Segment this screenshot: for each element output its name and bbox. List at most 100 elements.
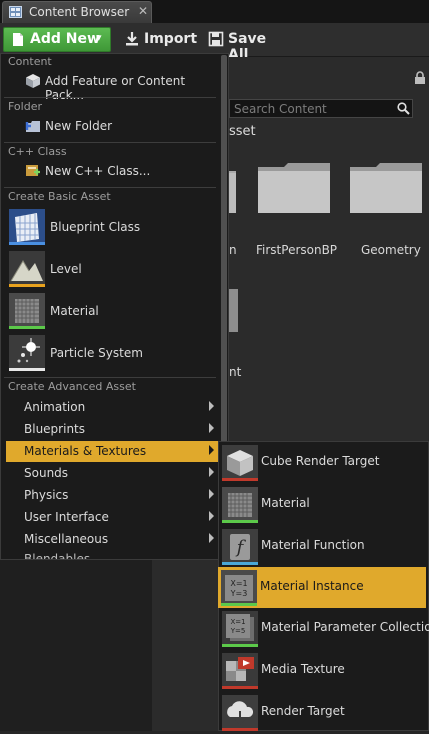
menu-separator [4, 377, 216, 378]
menu-separator [4, 187, 216, 188]
section-folder: Folder [8, 100, 42, 113]
svg-text:Y=3: Y=3 [230, 589, 248, 598]
new-document-icon [13, 33, 23, 46]
chevron-right-icon [209, 445, 214, 455]
submenu-miscellaneous[interactable]: Miscellaneous [6, 529, 219, 550]
submenu-materials-textures[interactable]: Materials & Textures [6, 441, 219, 462]
material-instance-label: Material Instance [260, 579, 364, 593]
new-cpp-class-item[interactable]: New C++ Class... [1, 160, 219, 182]
submenu-sounds[interactable]: Sounds [6, 463, 219, 484]
feature-pack-icon [26, 74, 40, 88]
search-icon[interactable] [397, 102, 410, 115]
search-placeholder: Search Content [234, 102, 327, 116]
folder-label: n [229, 243, 237, 257]
media-texture-item[interactable]: Media Texture [219, 650, 428, 692]
save-icon [208, 31, 224, 47]
blueprint-class-icon [9, 209, 45, 245]
tab-content-browser[interactable]: Content Browser ✕ [2, 1, 152, 23]
asset-underline [9, 242, 45, 245]
submenu-label: Physics [24, 488, 69, 502]
add-new-button[interactable]: Add New ▾ [3, 27, 111, 52]
submenu-animation[interactable]: Animation [6, 397, 219, 418]
submenu-label: User Interface [24, 510, 109, 524]
folder-icon[interactable] [258, 163, 330, 213]
submenu-physics[interactable]: Physics [6, 485, 219, 506]
cube-render-target-label: Cube Render Target [261, 454, 380, 468]
material-parameter-collection-label: Material Parameter Collection [261, 620, 429, 634]
material-item[interactable]: Material [1, 290, 219, 332]
section-cpp: C++ Class [8, 145, 67, 158]
svg-text:X=1: X=1 [230, 579, 247, 588]
menu-separator [4, 142, 216, 143]
search-input[interactable]: Search Content [229, 99, 413, 118]
chevron-right-icon [209, 533, 214, 543]
asset-underline [222, 644, 258, 647]
add-new-label: Add New [30, 31, 100, 47]
chevron-right-icon [209, 467, 214, 477]
material-instance-icon: X=1 Y=3 [221, 570, 257, 606]
chevron-right-icon [209, 489, 214, 499]
level-icon [9, 251, 45, 287]
render-target-label: Render Target [261, 704, 345, 718]
material-label: Material [50, 304, 99, 318]
new-folder-icon [25, 121, 40, 132]
submenu-label: Sounds [24, 466, 69, 480]
import-icon [126, 32, 138, 46]
particle-system-item[interactable]: Particle System [1, 332, 219, 374]
import-button[interactable]: Import [120, 27, 197, 52]
asset-underline [222, 562, 258, 565]
tab-title: Content Browser [29, 5, 130, 19]
content-browser-icon [9, 6, 22, 18]
folder-label: Geometry [361, 243, 421, 257]
add-feature-item[interactable]: Add Feature or Content Pack... [1, 69, 219, 102]
new-cpp-class-label: New C++ Class... [45, 164, 151, 178]
level-label: Level [50, 262, 82, 276]
asset-label: nt [229, 365, 242, 379]
media-texture-icon [222, 653, 258, 689]
breadcrumb[interactable]: sset [229, 124, 256, 139]
menu-separator [4, 97, 216, 98]
chevron-right-icon [209, 401, 214, 411]
asset-underline [222, 686, 258, 689]
particle-system-icon [9, 335, 45, 371]
material-item[interactable]: Material [219, 484, 428, 526]
tab-close-icon[interactable]: ✕ [138, 4, 148, 18]
asset-underline [9, 368, 45, 371]
media-texture-label: Media Texture [261, 662, 345, 676]
section-content: Content [8, 55, 52, 68]
material-parameter-collection-icon: X=1 Y=5 [222, 611, 258, 647]
render-target-icon [222, 695, 258, 731]
asset-tile[interactable] [229, 289, 238, 332]
cube-render-target-item[interactable]: Cube Render Target [219, 442, 428, 484]
submenu-user-interface[interactable]: User Interface [6, 507, 219, 528]
tab-strip: Content Browser ✕ [0, 0, 429, 23]
import-label: Import [144, 31, 198, 47]
submenu-label: Miscellaneous [24, 532, 109, 546]
blueprint-class-label: Blueprint Class [50, 220, 141, 234]
folder-label: FirstPersonBP [256, 243, 338, 257]
cube-render-target-icon [222, 445, 258, 481]
render-target-item[interactable]: Render Target [219, 692, 428, 734]
material-icon [222, 487, 258, 523]
save-all-button[interactable]: Save All [205, 27, 290, 63]
asset-underline [9, 326, 45, 329]
submenu-blueprints[interactable]: Blueprints [6, 419, 219, 440]
material-function-item[interactable]: f Material Function [219, 526, 428, 568]
lock-icon[interactable] [414, 71, 426, 85]
new-folder-item[interactable]: New Folder [1, 115, 219, 137]
folder-icon[interactable] [350, 163, 422, 213]
asset-underline [9, 284, 45, 287]
blueprint-class-item[interactable]: Blueprint Class [1, 206, 219, 248]
material-instance-item[interactable]: X=1 Y=3 Material Instance [218, 567, 426, 608]
submenu-blendables[interactable]: Blendables [24, 552, 90, 559]
particle-system-label: Particle System [50, 346, 143, 360]
submenu-label: Animation [24, 400, 86, 414]
section-basic-asset: Create Basic Asset [8, 190, 111, 203]
section-advanced-asset: Create Advanced Asset [8, 380, 136, 393]
level-item[interactable]: Level [1, 248, 219, 290]
svg-text:X=1: X=1 [230, 618, 245, 626]
svg-text:Y=5: Y=5 [230, 627, 246, 635]
material-label: Material [261, 496, 310, 510]
chevron-right-icon [209, 511, 214, 521]
material-parameter-collection-item[interactable]: X=1 Y=5 Material Parameter Collection [219, 608, 429, 650]
